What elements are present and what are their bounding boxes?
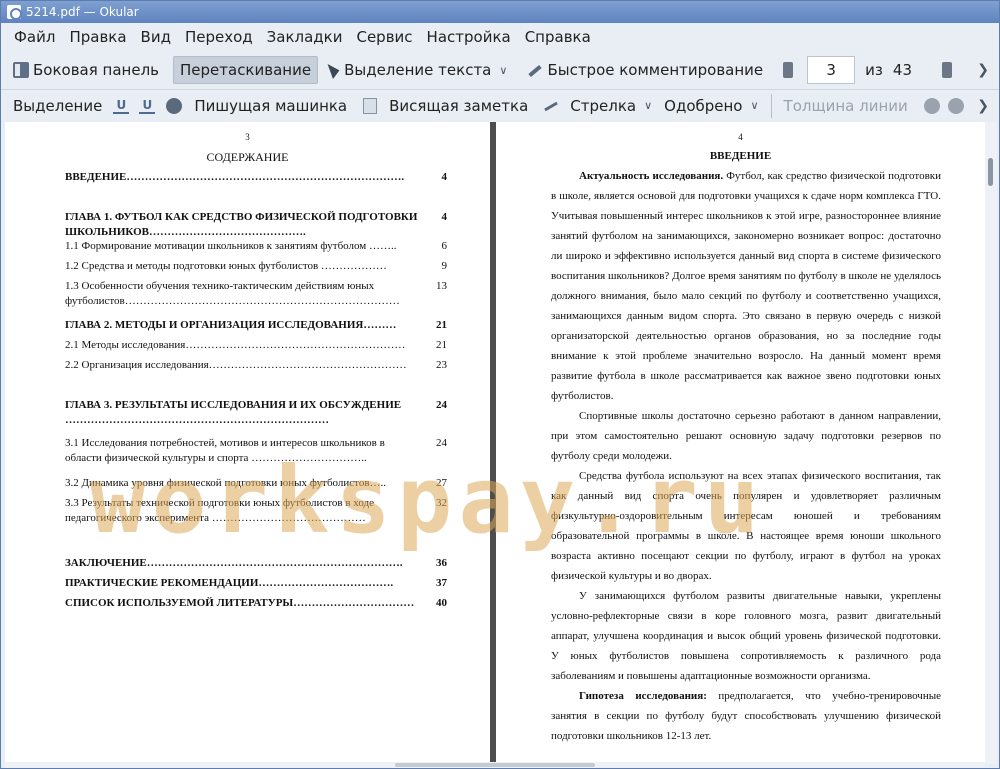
toolbar-overflow-icon[interactable]: ❯ <box>977 98 989 114</box>
opacity-icon[interactable] <box>947 97 964 114</box>
quick-comment-button[interactable]: Быстрое комментирование <box>521 56 769 84</box>
sticky-note-tool[interactable]: Висящая заметка <box>383 92 534 120</box>
line-width-control[interactable]: Толщина линии <box>778 92 914 120</box>
toc-entry[interactable]: 2.1 Методы исследования……………………………………………… <box>65 338 447 353</box>
toc-entry[interactable]: 3.3 Результаты технической подготовки юн… <box>65 496 447 526</box>
sidebar-label: Боковая панель <box>33 61 159 79</box>
chevron-down-icon[interactable]: ∨ <box>644 99 652 112</box>
paragraph: Актуальность исследования. Футбол, как с… <box>551 170 941 402</box>
toc-entry[interactable]: ГЛАВА 3. РЕЗУЛЬТАТЫ ИССЛЕДОВАНИЯ И ИХ ОБ… <box>65 398 447 428</box>
menu-edit[interactable]: Правка <box>62 28 133 46</box>
chevron-down-icon[interactable]: ∨ <box>750 99 758 112</box>
quick-comment-label: Быстрое комментирование <box>547 61 764 79</box>
selection-label: Выделение <box>13 96 103 115</box>
toolbar-separator <box>770 93 772 118</box>
toc-entry[interactable]: ГЛАВА 1. ФУТБОЛ КАК СРЕДСТВО ФИЗИЧЕСКОЙ … <box>65 210 447 240</box>
line-width-label: Толщина линии <box>783 96 908 115</box>
toc-entry[interactable]: СПИСОК ИСПОЛЬЗУЕМОЙ ЛИТЕРАТУРЫ…………………………… <box>65 596 447 611</box>
body-text: Актуальность исследования. Футбол, как с… <box>551 166 941 746</box>
annotation-toolbar: Выделение U U Пишущая машинка Висящая за… <box>1 89 999 121</box>
toc-entry[interactable]: ЗАКЛЮЧЕНИЕ……………………………………………………………. 36 <box>65 556 447 571</box>
text-selection-button[interactable]: Выделение текста ∨ <box>322 56 513 84</box>
current-page-value: 3 <box>826 61 836 79</box>
squiggle-underline-icon[interactable]: U <box>139 98 156 114</box>
menu-bookmarks[interactable]: Закладки <box>260 28 350 46</box>
typewriter-tool[interactable]: Пишущая машинка <box>188 92 353 120</box>
strikeout-icon[interactable] <box>166 97 183 114</box>
text-selection-label: Выделение текста <box>344 61 492 79</box>
menu-settings[interactable]: Настройка <box>420 28 518 46</box>
menu-go[interactable]: Переход <box>178 28 260 46</box>
chevron-down-icon[interactable]: ∨ <box>499 64 507 77</box>
toc-entry[interactable]: 1.2 Средства и методы подготовки юных фу… <box>65 259 447 274</box>
menu-tools[interactable]: Сервис <box>349 28 419 46</box>
document-view[interactable]: 3 СОДЕРЖАНИЕ ВВЕДЕНИЕ…………………………………………………… <box>5 122 985 764</box>
selection-tool[interactable]: Выделение <box>7 92 108 120</box>
toc-entry[interactable]: 1.1 Формирование мотивации школьников к … <box>65 239 447 254</box>
window-title: 5214.pdf — Okular <box>26 5 139 19</box>
color-icon[interactable] <box>923 97 940 114</box>
previous-page-icon[interactable] <box>783 62 794 78</box>
arrow-label: Стрелка <box>570 96 637 115</box>
toc-entry[interactable]: ВВЕДЕНИЕ…………………………………………………………………. 4 <box>65 170 447 185</box>
horizontal-scrollbar[interactable] <box>5 762 985 768</box>
drag-mode-label: Перетаскивание <box>180 61 312 79</box>
document-page-3: 3 СОДЕРЖАНИЕ ВВЕДЕНИЕ…………………………………………………… <box>5 122 490 764</box>
okular-app-icon <box>7 5 22 20</box>
toc-entry[interactable]: 2.2 Организация исследования………………………………… <box>65 358 447 373</box>
next-page-icon[interactable] <box>942 62 952 78</box>
toc-entry[interactable]: ГЛАВА 2. МЕТОДЫ И ОРГАНИЗАЦИЯ ИССЛЕДОВАН… <box>65 318 447 333</box>
toc-entry[interactable]: ПРАКТИЧЕСКИЕ РЕКОМЕНДАЦИИ………………………………. 37 <box>65 576 447 591</box>
stamp-tool[interactable]: Одобрено ∨ <box>658 92 764 120</box>
paragraph: Средства футбола используют на всех этап… <box>551 470 941 582</box>
typewriter-label: Пишущая машинка <box>194 96 348 115</box>
document-page-4: 4 ВВЕДЕНИЕ Актуальность исследования. Фу… <box>496 122 985 764</box>
drag-mode-button[interactable]: Перетаскивание <box>173 56 319 84</box>
scrollbar-thumb[interactable] <box>395 763 595 767</box>
vertical-scrollbar[interactable] <box>985 122 997 764</box>
arrow-icon <box>544 98 560 114</box>
menu-view[interactable]: Вид <box>134 28 178 46</box>
arrow-tool[interactable]: Стрелка ∨ <box>564 92 658 120</box>
scrollbar-thumb[interactable] <box>988 158 993 186</box>
sticky-note-icon <box>363 97 378 114</box>
menu-help[interactable]: Справка <box>518 28 598 46</box>
sticky-note-label: Висящая заметка <box>389 96 529 115</box>
okular-window: 5214.pdf — Okular Файл Правка Вид Перехо… <box>0 0 1000 769</box>
main-toolbar: Боковая панель Перетаскивание Выделение … <box>1 53 999 87</box>
page-number: 3 <box>245 132 250 142</box>
paragraph: Спортивные школы достаточно серьезно раб… <box>551 410 941 462</box>
page-of-label: из <box>865 61 883 79</box>
page-number: 4 <box>738 132 743 142</box>
sidebar-icon <box>13 62 29 78</box>
toc-entry[interactable]: 1.3 Особенности обучения технико-тактиче… <box>65 279 447 309</box>
section-heading: ВВЕДЕНИЕ <box>709 150 772 162</box>
title-bar: 5214.pdf — Okular <box>1 1 999 23</box>
total-pages-label: 43 <box>892 61 912 79</box>
menu-file[interactable]: Файл <box>7 28 62 46</box>
stamp-label: Одобрено <box>664 96 743 115</box>
paragraph: Гипотеза исследования: предполагается, ч… <box>551 690 941 742</box>
pencil-icon <box>527 62 543 78</box>
toc-title: СОДЕРЖАНИЕ <box>206 150 289 164</box>
toolbar-overflow-icon[interactable]: ❯ <box>977 62 989 78</box>
menu-bar: Файл Правка Вид Переход Закладки Сервис … <box>1 23 999 51</box>
underline-icon[interactable]: U <box>113 98 130 114</box>
toc-entry[interactable]: 3.2 Динамика уровня физической подготовк… <box>65 476 447 491</box>
paragraph: У занимающихся футболом развиты двигател… <box>551 590 941 682</box>
toc-entry[interactable]: 3.1 Исследования потребностей, мотивов и… <box>65 436 447 466</box>
page-number-input[interactable]: 3 <box>807 56 856 84</box>
sidebar-button[interactable]: Боковая панель <box>7 56 165 84</box>
text-cursor-icon <box>328 62 340 78</box>
